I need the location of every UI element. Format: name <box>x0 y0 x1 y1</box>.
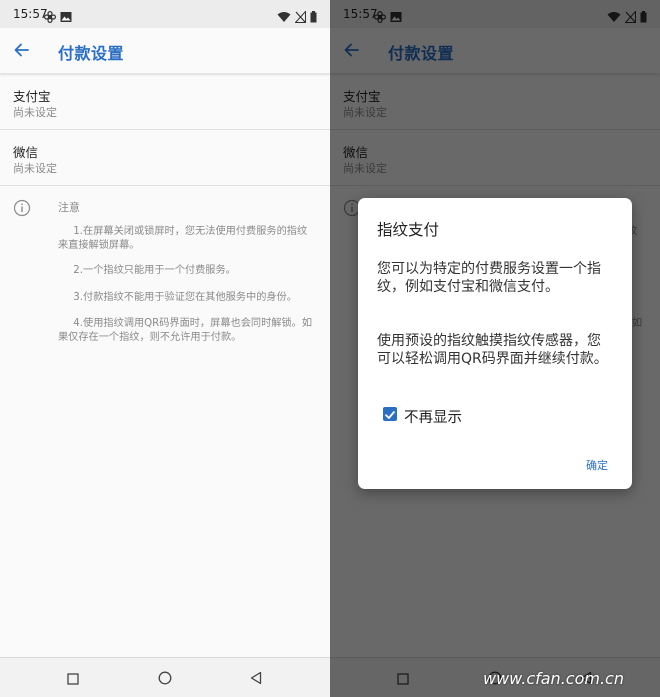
settings-screen: 15:57 付款设置 支付宝 尚未设定 微信 尚未设定 注意 1.在屏幕关闭或锁… <box>0 0 330 697</box>
dont-show-again-checkbox[interactable] <box>383 407 397 421</box>
setting-status: 尚未设定 <box>13 106 57 119</box>
fan-icon <box>43 8 56 27</box>
dont-show-again-label[interactable]: 不再显示 <box>404 406 462 427</box>
settings-screen-with-dialog: 15:57 付款设置 支付宝 尚未设定 微信 尚未设定 注意 1.在屏幕关闭或 <box>330 0 660 697</box>
fingerprint-payment-dialog: 指纹支付 您可以为特定的付费服务设置一个指纹，例如支付宝和微信支付。 使用预设的… <box>358 198 632 489</box>
confirm-button[interactable]: 确定 <box>586 457 608 473</box>
no-signal-icon <box>294 8 306 27</box>
notes-title: 注意 <box>58 201 80 214</box>
note-item: 4.使用指纹调用QR码界面时，屏幕也会同时解锁。如果仅存在一个指纹，则不允许用于… <box>58 318 313 343</box>
dialog-title: 指纹支付 <box>377 221 440 239</box>
dialog-paragraph: 使用预设的指纹触摸指纹传感器，您可以轻松调用QR码界面并继续付款。 <box>377 333 608 367</box>
info-icon <box>13 199 31 221</box>
status-bar: 15:57 <box>0 0 330 28</box>
recents-square-icon[interactable] <box>67 670 79 689</box>
setting-title: 微信 <box>13 145 39 160</box>
status-time: 15:57 <box>13 7 48 21</box>
home-circle-icon[interactable] <box>158 670 172 689</box>
setting-wechat[interactable]: 微信 尚未设定 <box>0 130 330 186</box>
app-bar: 付款设置 <box>0 28 330 74</box>
navigation-bar <box>0 657 330 697</box>
watermark: www.cfan.com.cn <box>483 669 624 688</box>
image-icon <box>60 8 72 27</box>
dialog-paragraph: 您可以为特定的付费服务设置一个指纹，例如支付宝和微信支付。 <box>377 261 601 295</box>
note-item: 2.一个指纹只能用于一个付费服务。 <box>73 265 236 276</box>
note-item: 1.在屏幕关闭或锁屏时，您无法使用付费服务的指纹来直接解锁屏幕。 <box>58 226 308 251</box>
battery-icon <box>310 8 317 27</box>
note-item: 3.付款指纹不能用于验证您在其他服务中的身份。 <box>73 292 297 303</box>
setting-title: 支付宝 <box>13 89 51 104</box>
page-title: 付款设置 <box>58 44 125 63</box>
back-triangle-icon[interactable] <box>250 670 262 689</box>
back-arrow-icon[interactable] <box>12 40 32 64</box>
setting-status: 尚未设定 <box>13 162 57 175</box>
setting-alipay[interactable]: 支付宝 尚未设定 <box>0 74 330 130</box>
wifi-icon <box>277 8 291 27</box>
